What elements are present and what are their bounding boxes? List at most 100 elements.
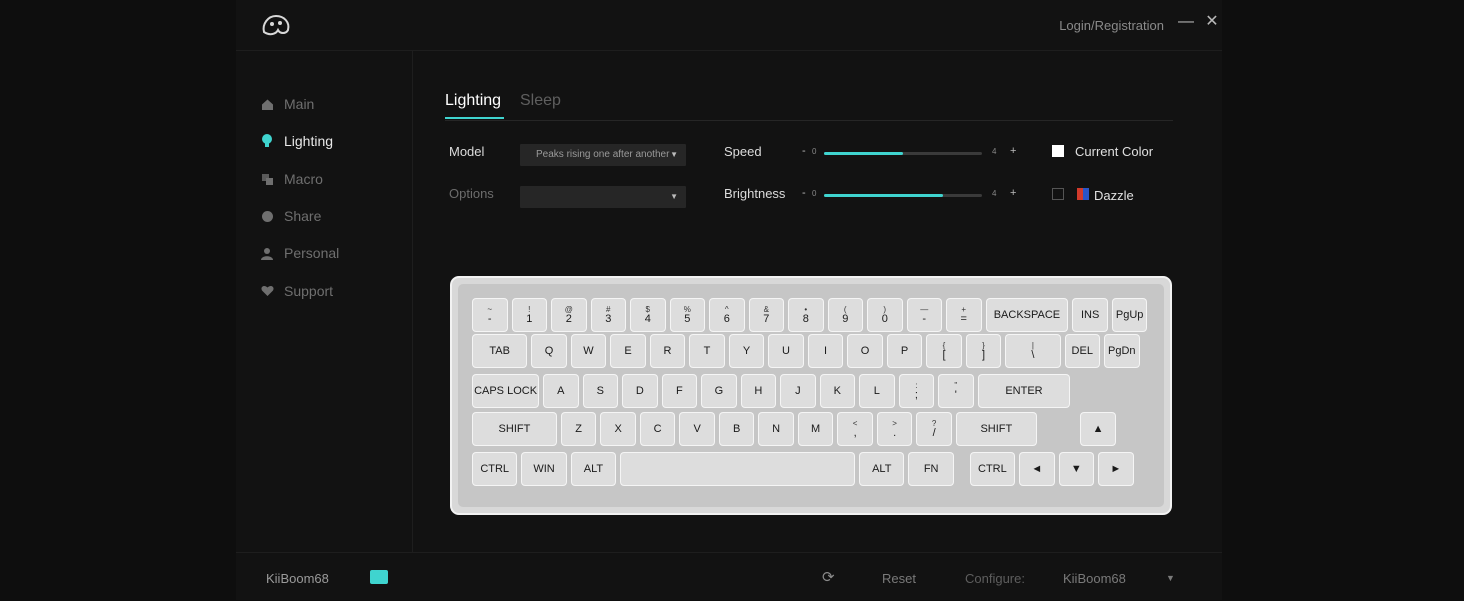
key[interactable]: ENTER <box>977 374 1071 408</box>
sidebar-item-lighting[interactable]: Lighting <box>260 129 333 153</box>
key[interactable]: E <box>610 334 646 368</box>
dazzle-checkbox[interactable] <box>1052 188 1064 200</box>
brightness-track[interactable] <box>824 194 982 197</box>
key[interactable]: ) 0 <box>867 298 903 332</box>
tab-bar: Lighting Sleep <box>445 90 1173 121</box>
refresh-icon[interactable]: ⟳ <box>822 568 835 586</box>
key[interactable]: W <box>570 334 607 368</box>
brightness-decrease-button[interactable]: - <box>802 187 806 199</box>
key[interactable]: }] <box>965 334 1002 368</box>
login-registration-link[interactable]: Login/Registration <box>1059 18 1164 33</box>
key[interactable]: " ' <box>938 374 974 408</box>
speed-track[interactable] <box>824 152 982 155</box>
sidebar-item-macro[interactable]: Macro <box>260 167 323 191</box>
key[interactable]: A <box>543 374 579 408</box>
key[interactable]: @2 <box>551 298 587 332</box>
key[interactable]: X <box>600 412 636 446</box>
key[interactable]: >. <box>876 412 913 446</box>
key[interactable]: — - <box>906 298 942 332</box>
current-color-checkbox[interactable] <box>1052 145 1064 157</box>
sidebar-item-support[interactable]: Support <box>260 279 333 303</box>
spacebar-key[interactable] <box>620 452 856 486</box>
tab-lighting[interactable]: Lighting <box>445 92 501 110</box>
sidebar-item-main[interactable]: Main <box>260 92 314 116</box>
key[interactable]: :; <box>898 374 935 408</box>
key[interactable]: U <box>768 334 804 368</box>
reset-button[interactable]: Reset <box>882 571 916 586</box>
key[interactable]: + = <box>946 298 982 332</box>
configure-select-value[interactable]: KiiBoom68 <box>1063 571 1126 586</box>
model-select[interactable]: Peaks rising one after another ▼ <box>520 144 686 166</box>
key[interactable]: L <box>859 374 895 408</box>
minimize-icon[interactable]: — <box>1176 12 1196 32</box>
key[interactable]: O <box>847 334 883 368</box>
key[interactable]: <, <box>837 412 873 446</box>
speed-slider[interactable]: - 0 4 + <box>802 145 1032 161</box>
chevron-down-icon[interactable]: ▼ <box>1166 573 1175 583</box>
key[interactable]: CTRL <box>969 452 1016 486</box>
key[interactable]: Q <box>531 334 567 368</box>
key[interactable]: J <box>780 374 816 408</box>
key[interactable]: $4 <box>630 298 666 332</box>
key[interactable]: S <box>582 374 619 408</box>
options-select[interactable]: ▼ <box>520 186 686 208</box>
key[interactable]: SHIFT <box>955 412 1037 446</box>
key[interactable]: | \ <box>1005 334 1061 368</box>
key[interactable]: ► <box>1098 452 1134 486</box>
device-keyboard-icon[interactable] <box>370 570 388 584</box>
key[interactable]: ? / <box>916 412 952 446</box>
key[interactable]: P <box>886 334 923 368</box>
key[interactable]: Z <box>560 412 597 446</box>
sidebar-item-share[interactable]: Share <box>260 204 321 228</box>
key[interactable]: % 5 <box>669 298 705 332</box>
key[interactable]: K <box>819 374 856 408</box>
key[interactable]: BACKSPACE <box>985 298 1069 332</box>
key[interactable]: D <box>622 374 658 408</box>
key[interactable]: I <box>807 334 844 368</box>
key[interactable]: WIN <box>521 452 567 486</box>
key[interactable]: PgDn <box>1104 334 1140 368</box>
brightness-increase-button[interactable]: + <box>1010 187 1016 199</box>
key[interactable]: FN <box>908 452 954 486</box>
key[interactable]: CAPS LOCK <box>472 374 540 408</box>
key[interactable]: & 7 <box>748 298 784 332</box>
key[interactable]: ▼ <box>1058 452 1095 486</box>
key[interactable]: ~ - <box>472 298 508 332</box>
key[interactable]: DEL <box>1064 334 1100 368</box>
sidebar-item-personal[interactable]: Personal <box>260 241 339 265</box>
speed-increase-button[interactable]: + <box>1010 145 1016 157</box>
key[interactable]: N <box>758 412 794 446</box>
tab-sleep[interactable]: Sleep <box>520 92 561 110</box>
key[interactable]: Y <box>728 334 765 368</box>
key[interactable]: (9 <box>827 298 863 332</box>
key-label: Z <box>575 422 582 435</box>
key[interactable]: T <box>689 334 725 368</box>
key[interactable]: • 8 <box>788 298 824 332</box>
key[interactable]: TAB <box>472 334 528 368</box>
key[interactable]: ! 1 <box>511 298 547 332</box>
key[interactable]: ALT <box>859 452 905 486</box>
key[interactable]: G <box>701 374 737 408</box>
key[interactable]: M <box>797 412 834 446</box>
key[interactable]: B <box>718 412 755 446</box>
key[interactable]: F <box>661 374 698 408</box>
key[interactable]: V <box>679 412 715 446</box>
key-label: ; <box>914 389 918 401</box>
key[interactable]: C <box>639 412 676 446</box>
key-label: \ <box>1031 349 1035 361</box>
key[interactable]: ^ 6 <box>709 298 745 332</box>
key[interactable]: #3 <box>590 298 626 332</box>
key[interactable]: CTRL <box>472 452 518 486</box>
key[interactable]: R <box>649 334 686 368</box>
key[interactable]: PgUp <box>1111 298 1148 332</box>
speed-decrease-button[interactable]: - <box>802 145 806 157</box>
close-icon[interactable]: ✕ <box>1202 12 1222 32</box>
key[interactable]: H <box>740 374 777 408</box>
brightness-slider[interactable]: - 0 4 + <box>802 187 1032 203</box>
key[interactable]: INS <box>1072 298 1108 332</box>
key[interactable]: ALT <box>570 452 617 486</box>
key[interactable]: ◄ <box>1019 452 1055 486</box>
key[interactable]: ▲ <box>1080 412 1116 446</box>
key[interactable]: {[ <box>926 334 962 368</box>
key[interactable]: SHIFT <box>472 412 557 446</box>
